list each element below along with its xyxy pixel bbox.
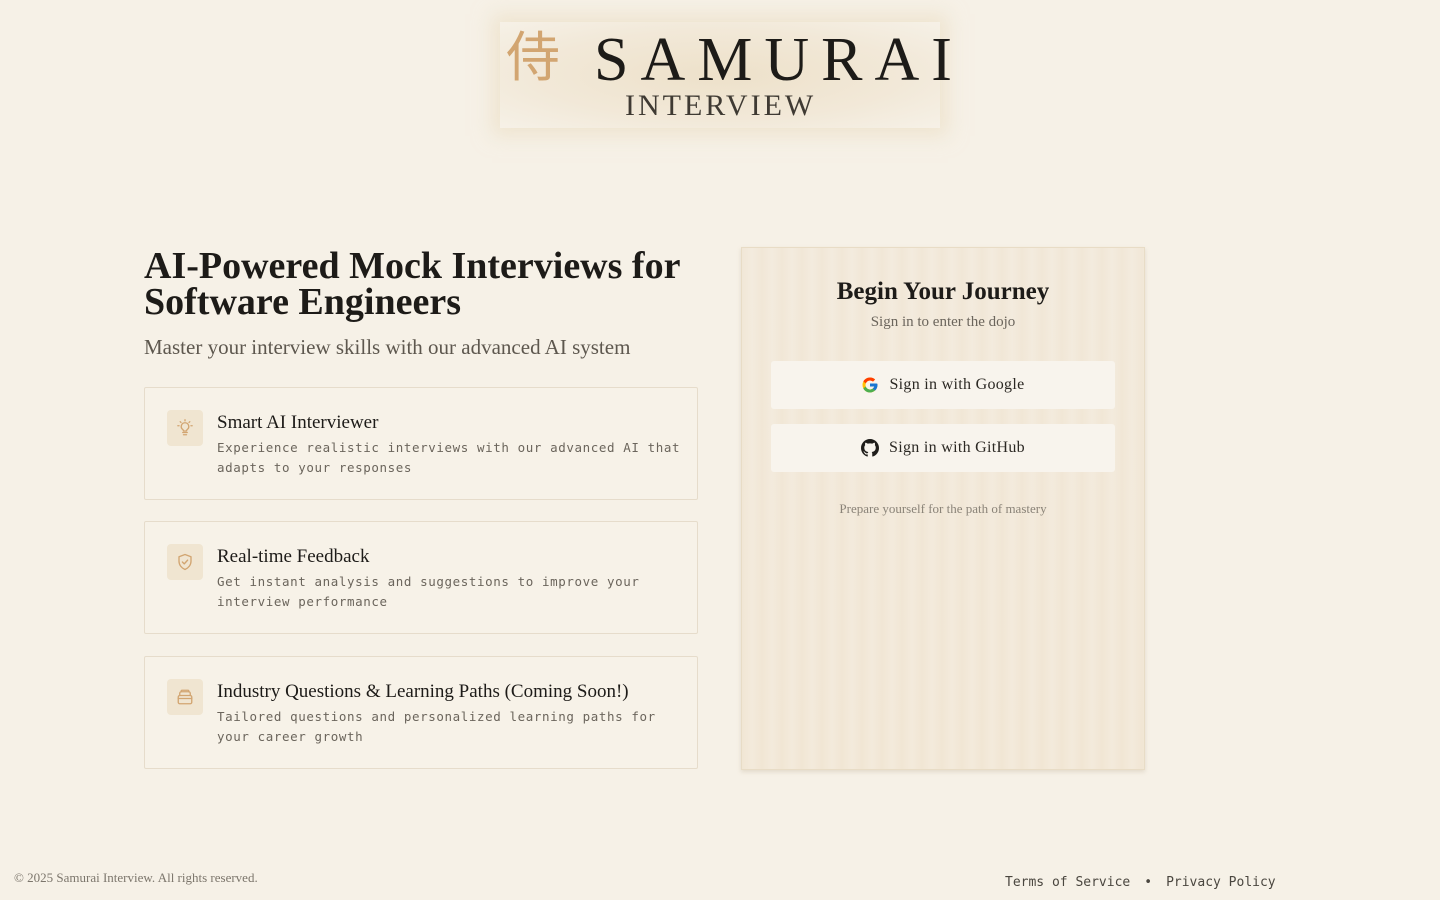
google-icon — [861, 376, 879, 394]
feature-title: Industry Questions & Learning Paths (Com… — [217, 681, 629, 702]
feature-card-realtime-feedback: Real-time Feedback Get instant analysis … — [144, 521, 698, 634]
logo-kanji: 侍 — [506, 26, 560, 89]
hero-title: AI-Powered Mock Interviews for Software … — [144, 245, 680, 323]
landing-page: 侍 SAMURAI INTERVIEW AI-Powered Mock Inte… — [0, 0, 1440, 900]
footer-copyright: © 2025 Samurai Interview. All rights res… — [14, 870, 258, 885]
feature-card-smart-interviewer: Smart AI Interviewer Experience realisti… — [144, 387, 698, 500]
feature-description: Experience realistic interviews with our… — [217, 440, 681, 475]
footer-links: Terms of Service • Privacy Policy — [1005, 875, 1276, 890]
feature-title: Smart AI Interviewer — [217, 412, 379, 433]
feature-card-industry-questions: Industry Questions & Learning Paths (Com… — [144, 656, 698, 769]
signin-title: Begin Your Journey — [836, 278, 1050, 305]
logo-title: SAMURAI — [594, 26, 964, 94]
signin-note: Prepare yourself for the path of mastery — [839, 501, 1047, 516]
logo-subtitle: INTERVIEW — [625, 89, 817, 122]
google-signin-label: Sign in with Google — [889, 376, 1025, 393]
feature-description: Get instant analysis and suggestions to … — [217, 574, 640, 609]
signin-card: Begin Your Journey Sign in to enter the … — [741, 247, 1145, 770]
feature-description: Tailored questions and personalized lear… — [217, 709, 656, 744]
lightbulb-icon — [167, 410, 203, 446]
shield-check-icon — [167, 544, 203, 580]
google-signin-button[interactable]: Sign in with Google — [771, 361, 1115, 409]
github-signin-button[interactable]: Sign in with GitHub — [771, 424, 1115, 472]
github-signin-label: Sign in with GitHub — [889, 439, 1025, 456]
hero-subtitle: Master your interview skills with our ad… — [144, 335, 631, 359]
terms-link[interactable]: Terms of Service — [1005, 875, 1130, 890]
feature-title: Real-time Feedback — [217, 546, 370, 567]
archive-box-icon — [167, 679, 203, 715]
brand-logo: 侍 SAMURAI INTERVIEW — [500, 22, 952, 128]
footer-separator: • — [1144, 875, 1153, 890]
github-icon — [861, 439, 880, 457]
signin-subtitle: Sign in to enter the dojo — [870, 314, 1016, 330]
privacy-link[interactable]: Privacy Policy — [1166, 875, 1276, 890]
